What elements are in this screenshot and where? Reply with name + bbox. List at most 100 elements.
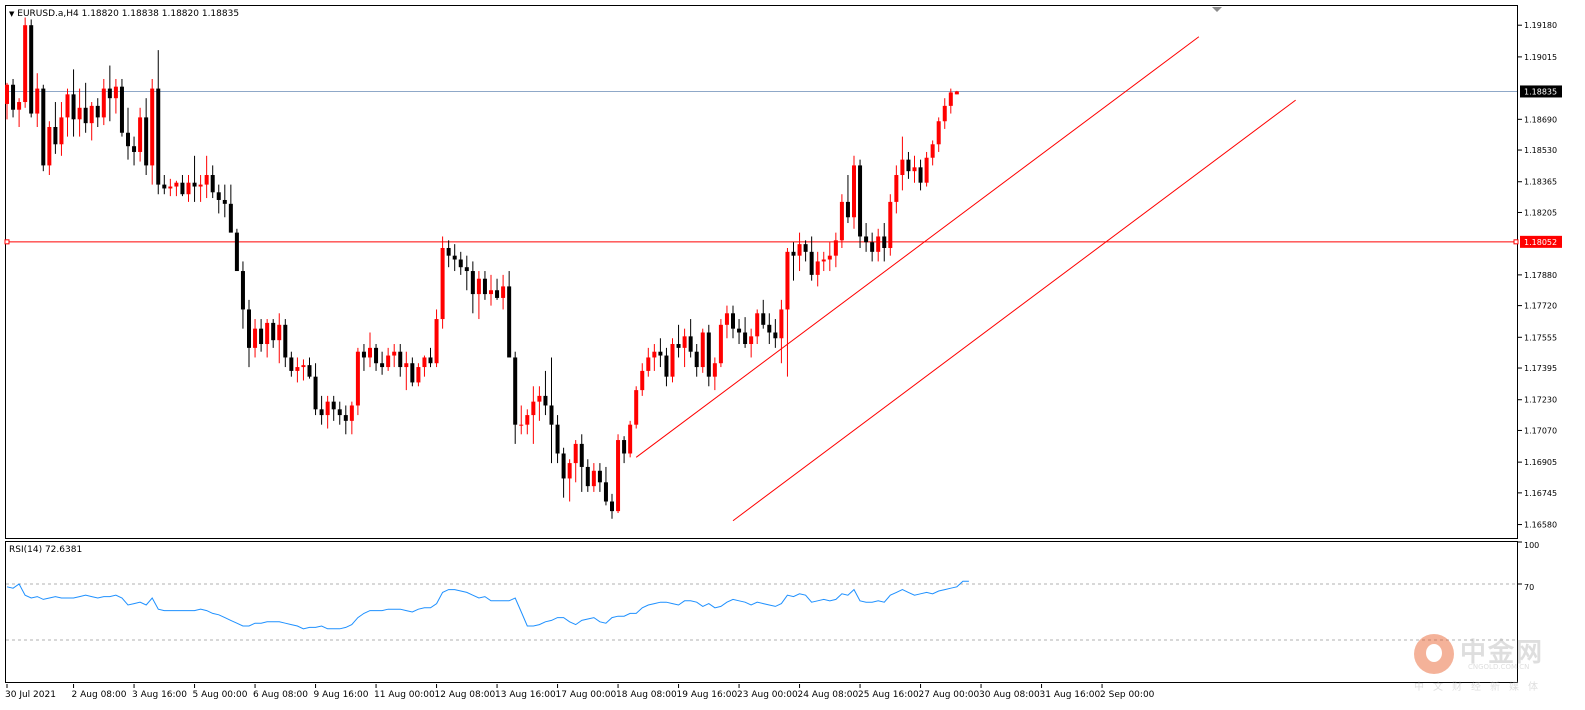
candle-body <box>216 192 221 200</box>
price-axis-label: 1.17720 <box>1524 302 1557 311</box>
candle-body <box>380 363 385 368</box>
candle-body <box>852 165 856 218</box>
time-axis-label: 24 Aug 08:00 <box>798 690 859 700</box>
candle-body <box>489 290 493 295</box>
candle-body <box>156 88 161 185</box>
time-axis-label: 12 Aug 08:00 <box>435 690 496 700</box>
candle-body <box>71 94 76 120</box>
candle-body <box>458 259 463 268</box>
candle-body <box>797 244 802 256</box>
symbol-ohlc-text: EURUSD.a,H4 1.18820 1.18838 1.18820 1.18… <box>17 9 240 19</box>
candle-body <box>634 390 639 425</box>
candle-body <box>597 470 602 483</box>
time-axis-label: 30 Aug 08:00 <box>979 690 1040 700</box>
candle-body <box>416 367 421 383</box>
candle-body <box>446 247 451 256</box>
current-price-label: 1.18835 <box>1524 87 1557 96</box>
candle-body <box>688 336 693 352</box>
candle-body <box>864 236 869 243</box>
level-handle-left[interactable] <box>4 239 10 245</box>
price-axis-label: 1.18530 <box>1524 146 1557 155</box>
candle-body <box>398 351 403 368</box>
level-price-label: 1.18052 <box>1524 238 1557 247</box>
candle-body <box>585 466 590 487</box>
time-axis-label: 13 Aug 16:00 <box>495 690 556 700</box>
candle-body <box>259 328 264 345</box>
candle-body <box>809 251 814 275</box>
candle-body <box>912 167 917 172</box>
time-axis-label: 25 Aug 16:00 <box>858 690 919 700</box>
candle-body <box>107 88 112 99</box>
candle-body <box>174 182 179 187</box>
price-axis-label: 1.17395 <box>1524 364 1557 373</box>
candle-body <box>785 251 790 310</box>
candle-body <box>682 336 687 348</box>
price-axis-label: 1.18365 <box>1524 178 1557 187</box>
candle-body <box>610 501 614 512</box>
candle-body <box>265 322 270 345</box>
candle-body <box>11 84 16 110</box>
candle-body <box>35 88 40 114</box>
candle-body <box>361 351 366 358</box>
candle-body <box>283 324 288 358</box>
candle-body <box>549 405 554 425</box>
candle-body <box>543 395 548 406</box>
candle-body <box>295 367 300 371</box>
candle-body <box>507 286 512 358</box>
candle-body <box>803 244 808 252</box>
candle-body <box>761 313 766 325</box>
channel-upper-line[interactable] <box>635 36 1200 458</box>
candle-body <box>29 25 34 114</box>
candle-body <box>924 157 929 183</box>
candle-body <box>737 328 742 333</box>
candle-body <box>628 424 633 454</box>
candle-body <box>561 453 566 479</box>
time-axis-label: 6 Aug 08:00 <box>253 690 308 700</box>
candle-body <box>368 347 372 358</box>
candle-body <box>53 126 58 145</box>
time-axis-label: 9 Aug 16:00 <box>314 690 369 700</box>
rsi-axis-label: 70 <box>1524 583 1534 592</box>
channel-lower-line[interactable] <box>732 99 1296 522</box>
candle-body <box>706 332 711 377</box>
candle-body <box>271 322 276 341</box>
chart-canvas[interactable]: 1.19180 1.19015 1.18690 1.18530 1.18365 1.182… <box>0 0 1585 710</box>
candle-body <box>791 251 796 256</box>
candle-body <box>410 363 415 383</box>
candle-body <box>876 236 881 252</box>
cngold-logo-icon <box>1414 634 1454 674</box>
level-handle-right[interactable] <box>1513 239 1519 245</box>
candle-body <box>616 440 621 512</box>
candle-body <box>858 165 863 237</box>
candle-body <box>470 271 475 295</box>
candle-body <box>47 126 52 166</box>
candle-body <box>253 328 258 348</box>
candle-body <box>119 86 124 133</box>
candle-body <box>531 401 536 416</box>
candle-body <box>694 351 699 368</box>
candle-body <box>434 319 439 364</box>
candle-body <box>724 313 729 325</box>
candle-body <box>168 186 173 189</box>
candle-body <box>573 443 578 464</box>
candle-body <box>652 351 657 358</box>
candle-body <box>718 324 723 364</box>
candle-body <box>845 201 850 218</box>
candle-body <box>464 267 469 272</box>
price-axis-label: 1.17230 <box>1524 396 1557 405</box>
collapse-triangle-icon[interactable]: ▼ <box>9 10 14 18</box>
candle-body <box>519 424 524 426</box>
time-axis-label: 30 Jul 2021 <box>5 690 56 700</box>
candle-body <box>743 332 748 345</box>
time-axis-label: 27 Aug 00:00 <box>919 690 980 700</box>
candle-body <box>301 365 306 368</box>
candle-body <box>234 232 239 272</box>
candle-body <box>670 344 675 377</box>
candle-body <box>144 117 149 166</box>
price-axis-label: 1.17880 <box>1524 271 1557 280</box>
shift-marker-icon[interactable] <box>1212 7 1222 12</box>
candle-body <box>567 463 572 479</box>
candle-body <box>918 167 923 183</box>
time-axis-label: 2 Sep 00:00 <box>1100 690 1155 700</box>
time-axis-label: 17 Aug 00:00 <box>556 690 617 700</box>
